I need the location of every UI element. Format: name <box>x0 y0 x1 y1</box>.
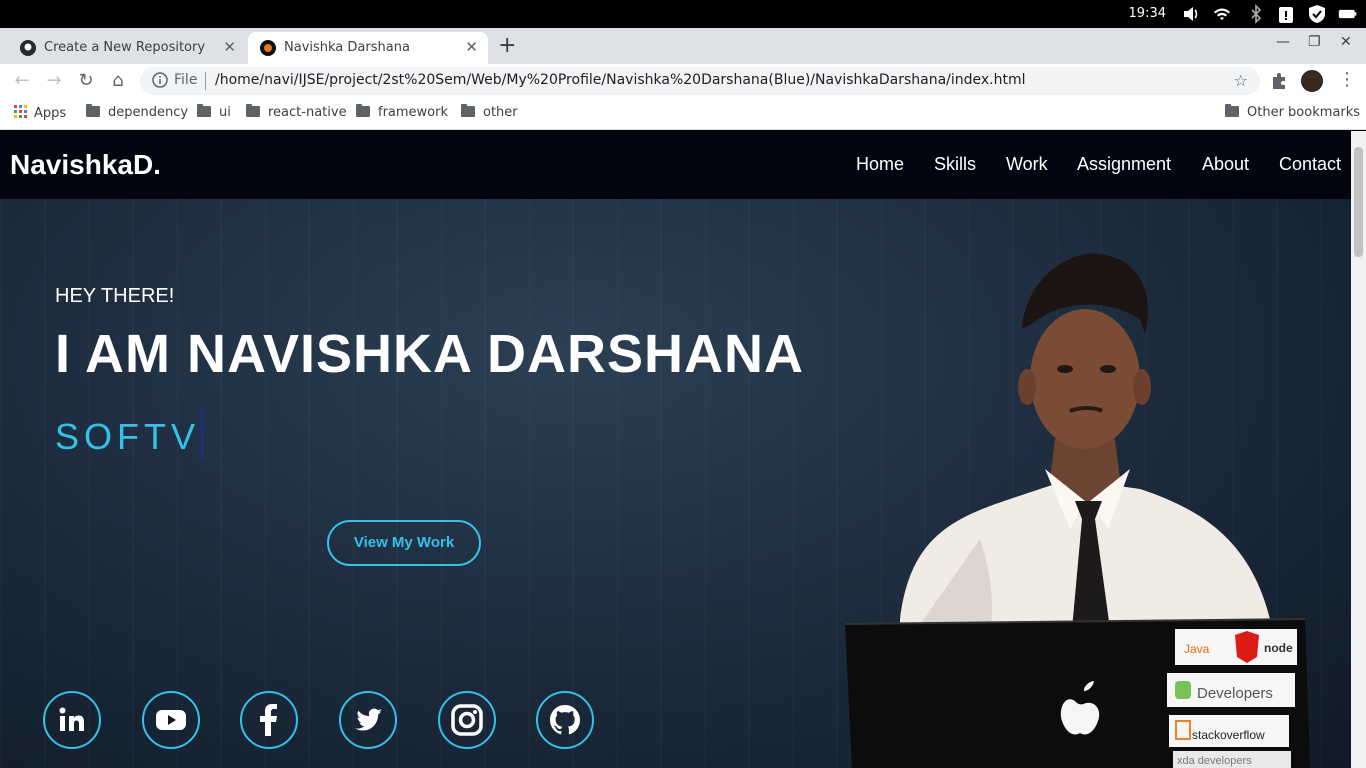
nav-about[interactable]: About <box>1202 154 1249 175</box>
typing-caret <box>201 409 204 459</box>
restore-icon[interactable]: ❐ <box>1308 34 1321 50</box>
bluetooth-icon[interactable] <box>1246 4 1266 24</box>
bookmark-other[interactable]: other <box>461 104 518 120</box>
tab-title: Create a New Repository <box>44 40 206 55</box>
sticker-xda: xda developers <box>1177 755 1252 767</box>
forward-icon[interactable]: → <box>43 70 65 92</box>
linkedin-icon <box>59 707 84 731</box>
github-icon <box>550 705 580 735</box>
twitter-link[interactable] <box>339 691 397 749</box>
view-my-work-button[interactable]: View My Work <box>327 520 481 566</box>
divider <box>205 72 206 90</box>
hero-headline: I AM NAVISHKA DARSHANA <box>55 324 804 384</box>
clock: 19:34 <box>1128 6 1166 21</box>
scroll-thumb[interactable] <box>1354 147 1363 257</box>
bookmark-label: react-native <box>268 105 347 120</box>
folder-icon <box>356 104 370 117</box>
bookmark-apps[interactable]: Apps <box>14 105 66 121</box>
typed-text: SOFTV <box>55 416 201 457</box>
bookmark-star-icon[interactable]: ☆ <box>1234 71 1248 90</box>
close-window-icon[interactable]: ✕ <box>1340 34 1352 50</box>
facebook-link[interactable] <box>240 691 298 749</box>
new-tab-button[interactable]: + <box>498 33 516 58</box>
tab-title: Navishka Darshana <box>284 40 410 55</box>
instagram-icon <box>451 704 483 736</box>
folder-icon <box>461 104 475 117</box>
avatar[interactable] <box>1301 70 1323 92</box>
folder-icon <box>197 104 211 117</box>
site-favicon <box>260 40 276 56</box>
page-viewport: Java node Developers stackoverflow xda d… <box>0 131 1366 768</box>
close-tab-icon[interactable]: ✕ <box>223 38 236 56</box>
bookmark-react-native[interactable]: react-native <box>246 104 347 120</box>
sticker-stackoverflow: stackoverflow <box>1192 728 1265 742</box>
battery-icon[interactable] <box>1338 4 1358 24</box>
reload-icon[interactable]: ↻ <box>75 70 97 92</box>
sticker-java: Java <box>1184 642 1210 656</box>
address-bar[interactable]: File /home/navi/IJSE/project/2st%20Sem/W… <box>140 67 1260 95</box>
nav-home[interactable]: Home <box>856 154 904 175</box>
folder-icon <box>86 104 100 117</box>
back-icon[interactable]: ← <box>11 70 33 92</box>
bookmark-ui[interactable]: ui <box>197 104 231 120</box>
bookmark-label: ui <box>219 105 231 120</box>
site-logo[interactable]: NavishkaD. <box>10 149 161 181</box>
instagram-link[interactable] <box>438 691 496 749</box>
nav-work[interactable]: Work <box>1006 154 1048 175</box>
hero-greeting: HEY THERE! <box>55 285 175 307</box>
shield-icon[interactable] <box>1307 4 1327 24</box>
wifi-icon[interactable] <box>1212 4 1232 24</box>
apps-grid-icon <box>14 105 27 118</box>
bookmark-framework[interactable]: framework <box>356 104 449 120</box>
url-text[interactable]: /home/navi/IJSE/project/2st%20Sem/Web/My… <box>215 72 1026 88</box>
facebook-icon <box>260 704 277 736</box>
clipboard-icon[interactable] <box>1276 4 1296 24</box>
nav-assignment[interactable]: Assignment <box>1077 154 1171 175</box>
profile-photo: Java node Developers stackoverflow xda d… <box>844 253 1310 768</box>
menu-icon[interactable]: ⋮ <box>1338 69 1356 90</box>
sticker-developers: Developers <box>1197 685 1273 702</box>
volume-icon[interactable] <box>1181 4 1201 24</box>
bookmark-label: framework <box>378 105 449 120</box>
extensions-icon[interactable] <box>1270 72 1288 90</box>
twitter-icon <box>355 708 382 731</box>
bookmarks-bar: Apps dependency ui react-native framewor… <box>0 98 1366 130</box>
info-icon[interactable] <box>152 72 168 88</box>
site-navbar: NavishkaD. Home Skills Work Assignment A… <box>0 131 1351 199</box>
sticker-node: node <box>1264 641 1293 655</box>
typed-role-text: SOFTV <box>55 409 204 459</box>
browser-toolbar: ← → ↻ ⌂ File /home/navi/IJSE/project/2st… <box>0 64 1366 98</box>
close-tab-icon[interactable]: ✕ <box>465 38 478 56</box>
scheme-label: File <box>174 72 198 88</box>
minimize-icon[interactable]: — <box>1276 34 1290 50</box>
github-link[interactable] <box>536 691 594 749</box>
nav-skills[interactable]: Skills <box>934 154 976 175</box>
bookmark-dependency[interactable]: dependency <box>86 104 189 120</box>
bookmark-other-bookmarks[interactable]: Other bookmarks <box>1225 104 1361 120</box>
home-icon[interactable]: ⌂ <box>107 70 129 92</box>
page-scrollbar[interactable] <box>1351 131 1366 768</box>
bookmark-label: other <box>483 105 518 120</box>
tab-navishka-darshana[interactable]: Navishka Darshana ✕ <box>248 32 488 64</box>
folder-icon <box>1225 104 1239 117</box>
bookmark-label: Other bookmarks <box>1247 105 1361 120</box>
github-icon <box>20 40 36 56</box>
os-top-bar: 19:34 <box>0 0 1366 28</box>
linkedin-link[interactable] <box>43 691 101 749</box>
bookmark-label: Apps <box>34 106 67 121</box>
bookmark-label: dependency <box>108 105 189 120</box>
tab-strip: Create a New Repository ✕ Navishka Darsh… <box>0 28 1366 64</box>
youtube-icon <box>156 710 186 730</box>
youtube-link[interactable] <box>142 691 200 749</box>
nav-contact[interactable]: Contact <box>1279 154 1341 175</box>
folder-icon <box>246 104 260 117</box>
tab-create-repository[interactable]: Create a New Repository ✕ <box>8 32 246 64</box>
